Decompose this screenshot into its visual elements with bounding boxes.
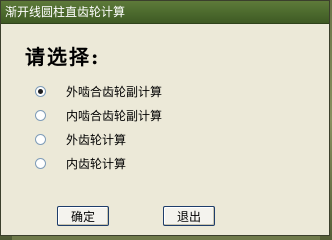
radio-button-icon[interactable] [35, 109, 46, 121]
option-label: 内啮合齿轮副计算 [66, 108, 163, 123]
radio-button-icon[interactable] [35, 85, 46, 97]
prompt-label: 请选择: [25, 45, 101, 69]
window-title: 渐开线圆柱直齿轮计算 [5, 5, 126, 19]
title-bar[interactable]: 渐开线圆柱直齿轮计算 [1, 1, 329, 24]
option-internal-gear[interactable]: 内齿轮计算 [35, 155, 126, 171]
option-label: 外啮合齿轮副计算 [66, 84, 163, 99]
exit-button[interactable]: 退出 [163, 206, 215, 226]
ok-button[interactable]: 确定 [57, 206, 109, 226]
option-external-gear[interactable]: 外齿轮计算 [35, 131, 126, 147]
radio-button-icon[interactable] [35, 133, 46, 145]
option-external-gear-pair[interactable]: 外啮合齿轮副计算 [35, 83, 162, 99]
option-label: 内齿轮计算 [66, 156, 127, 171]
radio-button-icon[interactable] [35, 157, 46, 169]
option-label: 外齿轮计算 [66, 132, 127, 147]
dialog-window: 渐开线圆柱直齿轮计算 请选择: 外啮合齿轮副计算 内啮合齿轮副计算 外齿轮计算 … [0, 0, 330, 236]
option-internal-gear-pair[interactable]: 内啮合齿轮副计算 [35, 107, 162, 123]
